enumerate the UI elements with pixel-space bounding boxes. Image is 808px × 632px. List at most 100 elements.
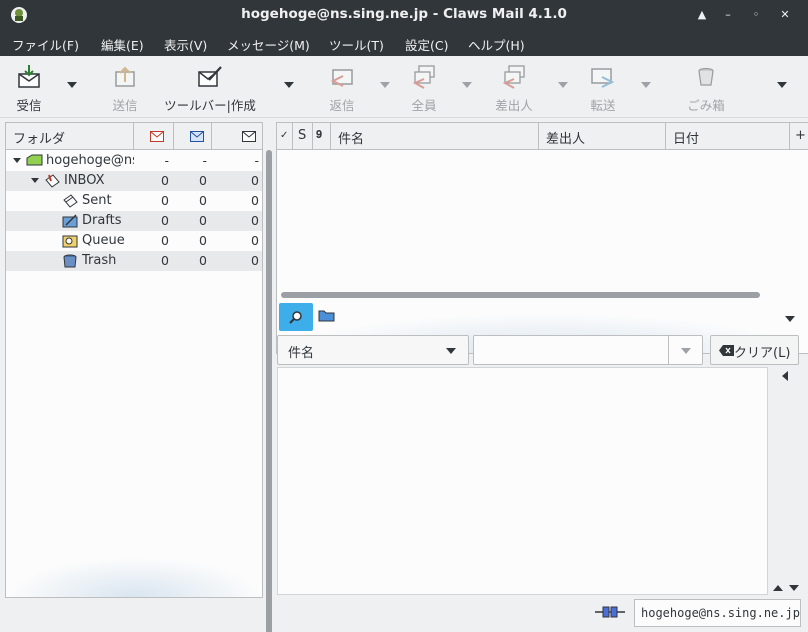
folder-search-icon[interactable] — [318, 307, 336, 323]
folder-total-count: 0 — [251, 253, 259, 268]
from-column-header[interactable]: 差出人 — [539, 123, 666, 150]
toolbar-overflow-arrow[interactable] — [777, 82, 787, 88]
message-list-horizontal-scrollbar[interactable] — [281, 292, 760, 298]
send-queued-icon — [115, 66, 135, 87]
search-history-dropdown[interactable] — [669, 335, 703, 365]
scroll-down-arrow-icon[interactable] — [789, 585, 799, 591]
folder-total-count: - — [254, 153, 259, 168]
toolbar: 受信 送信 ツールバー|作成 返信 全員 差出人 転送 ごみ箱 — [0, 56, 808, 118]
magnifier-icon — [289, 311, 302, 324]
folder-tree-scrollbar[interactable] — [266, 150, 272, 632]
more-columns-header[interactable]: + — [790, 123, 808, 150]
window-title: hogehoge@ns.sing.ne.jp - Claws Mail 4.1.… — [241, 6, 567, 22]
attachment-column-label: 𝟗 — [316, 128, 323, 141]
reply-to-sender-label: 差出人 — [495, 98, 533, 113]
receive-button[interactable]: 受信 — [6, 58, 52, 114]
folder-name: hogehoge@ns — [46, 153, 134, 168]
folder-tree-background-decoration — [6, 557, 262, 597]
message-view — [277, 367, 768, 595]
folder-total-count: 0 — [251, 213, 259, 228]
minimize-button[interactable]: – — [718, 5, 738, 25]
more-columns-label: + — [795, 128, 806, 143]
menu-tools[interactable]: ツール(T) — [329, 35, 384, 54]
statusbar: hogehoge@ns.sing.ne.jp — [0, 596, 808, 632]
date-column-label: 日付 — [673, 132, 700, 147]
chevron-down-icon — [446, 348, 456, 354]
reply-to-sender-button[interactable]: 差出人 — [488, 58, 540, 114]
mark-column-header[interactable]: ✓ — [277, 123, 293, 150]
folder-name: Drafts — [82, 213, 122, 228]
total-mail-icon — [242, 131, 256, 142]
compose-button[interactable]: ツールバー|作成 — [158, 58, 262, 114]
clear-search-button[interactable]: クリア(L) — [710, 335, 799, 365]
status-column-header[interactable]: S — [293, 123, 313, 150]
inbox-icon — [45, 174, 60, 188]
reply-dropdown-arrow[interactable] — [380, 82, 390, 88]
search-type-value: 件名 — [288, 346, 315, 361]
reply-all-button[interactable]: 全員 — [402, 58, 446, 114]
menu-message[interactable]: メッセージ(M) — [227, 35, 310, 54]
online-status-icon[interactable] — [595, 604, 625, 620]
attachment-column-header[interactable]: 𝟗 — [313, 123, 331, 150]
folder-row-trash[interactable]: Trash 0 0 0 — [6, 251, 262, 271]
folder-new-count: 0 — [161, 233, 169, 248]
folder-name: INBOX — [64, 173, 105, 188]
receive-mail-icon — [18, 65, 40, 88]
new-column-header[interactable] — [134, 123, 174, 150]
folder-row-account[interactable]: hogehoge@ns - - - — [6, 151, 262, 171]
mailbox-icon — [26, 154, 43, 166]
subject-column-header[interactable]: 件名 — [331, 123, 539, 150]
quick-search-menu-arrow[interactable] — [785, 316, 795, 322]
folder-unread-count: 0 — [199, 173, 207, 188]
new-mail-icon — [150, 131, 164, 142]
reply-all-label: 全員 — [411, 98, 437, 113]
mark-column-label: ✓ — [280, 130, 289, 141]
folder-name: Trash — [82, 253, 117, 268]
folder-new-count: 0 — [161, 253, 169, 268]
account-selector[interactable]: hogehoge@ns.sing.ne.jp — [634, 599, 801, 627]
compose-dropdown-arrow[interactable] — [284, 82, 294, 88]
forward-button[interactable]: 転送 — [581, 58, 625, 114]
folder-new-count: 0 — [161, 173, 169, 188]
folder-name: Sent — [82, 193, 112, 208]
menu-file[interactable]: ファイル(F) — [12, 35, 79, 54]
collapse-header-arrow-icon[interactable] — [782, 371, 788, 381]
unread-column-header[interactable] — [174, 123, 212, 150]
trash-button[interactable]: ごみ箱 — [682, 58, 730, 114]
reply-button[interactable]: 返信 — [320, 58, 364, 114]
from-column-label: 差出人 — [546, 132, 586, 147]
main-window: 受信 送信 ツールバー|作成 返信 全員 差出人 転送 ごみ箱 フォルダ hog… — [0, 56, 808, 632]
menu-configuration[interactable]: 設定(C) — [405, 35, 448, 54]
menu-help[interactable]: ヘルプ(H) — [468, 35, 525, 54]
folder-row-drafts[interactable]: Drafts 0 0 0 — [6, 211, 262, 231]
collapse-arrow-icon[interactable] — [13, 158, 21, 163]
search-type-select[interactable]: 件名 — [277, 335, 469, 365]
reply-to-sender-dropdown-arrow[interactable] — [558, 82, 568, 88]
reply-all-dropdown-arrow[interactable] — [462, 82, 472, 88]
folder-row-sent[interactable]: Sent 0 0 0 — [6, 191, 262, 211]
keep-above-button[interactable]: ▲ — [692, 5, 712, 25]
maximize-button[interactable]: ◦ — [746, 5, 766, 25]
folder-row-queue[interactable]: Queue 0 0 0 — [6, 231, 262, 251]
receive-dropdown-arrow[interactable] — [67, 82, 77, 88]
folder-column-header[interactable]: フォルダ — [6, 123, 134, 150]
send-button[interactable]: 送信 — [103, 58, 147, 114]
title-bar: hogehoge@ns.sing.ne.jp - Claws Mail 4.1.… — [0, 0, 808, 30]
forward-dropdown-arrow[interactable] — [641, 82, 651, 88]
reply-all-icon — [412, 65, 435, 89]
folder-row-inbox[interactable]: INBOX 0 0 0 — [6, 171, 262, 191]
search-input[interactable] — [473, 335, 669, 365]
menu-edit[interactable]: 編集(E) — [101, 35, 144, 54]
trash-icon — [63, 254, 77, 268]
close-button[interactable]: ✕ — [775, 5, 795, 25]
date-column-header[interactable]: 日付 — [666, 123, 790, 150]
collapse-arrow-icon[interactable] — [31, 178, 39, 183]
trash-can-icon — [698, 67, 714, 86]
scroll-up-arrow-icon[interactable] — [773, 585, 783, 591]
folder-unread-count: 0 — [199, 233, 207, 248]
menu-view[interactable]: 表示(V) — [164, 35, 207, 54]
total-column-header[interactable] — [212, 123, 262, 150]
folder-name: Queue — [82, 233, 125, 248]
folder-unread-count: 0 — [199, 193, 207, 208]
quick-search-toggle-button[interactable] — [279, 303, 313, 331]
